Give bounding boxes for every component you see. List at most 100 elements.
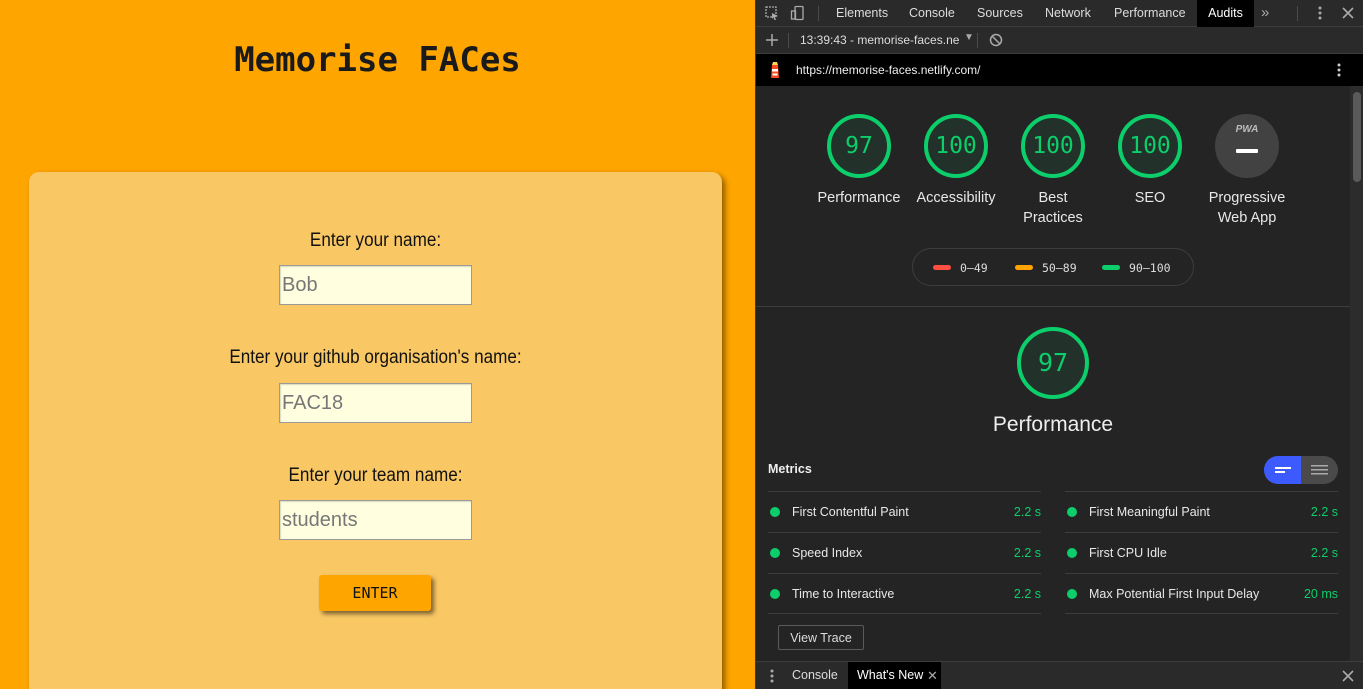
gauge-label: SEO [1134,190,1166,206]
devtools-panel: Elements Console Sources Network Perform… [755,0,1363,689]
section-divider [756,306,1350,307]
close-devtools-icon[interactable] [1340,5,1356,21]
toolbar-divider [788,33,789,48]
metric-name: First Meaningful Paint [1089,505,1210,519]
tab-sources[interactable]: Sources [977,0,1023,27]
form-card: Enter your name: Enter your github organ… [29,172,722,689]
score-legend: 0–49 50–89 90–100 [912,248,1194,286]
kebab-menu-icon[interactable] [1312,5,1328,21]
close-tab-icon[interactable]: ✕ [927,662,938,689]
drawer-menu-icon[interactable] [764,668,780,684]
section-title: Performance [992,413,1114,436]
metric-value: 20 ms [1303,587,1338,601]
name-label: Enter your name: [309,230,442,251]
device-toolbar-icon[interactable] [790,5,806,21]
gauge-value: 100 [935,133,977,159]
report-url[interactable]: https://memorise-faces.netlify.com/ [796,63,981,77]
gauge-value: 97 [845,133,873,159]
name-input[interactable] [279,265,472,305]
gauge-performance[interactable]: 97 [826,113,892,179]
metric-value: 2.2 s [1013,587,1041,601]
metric-value: 2.2 s [1310,505,1338,519]
team-label: Enter your team name: [288,465,463,486]
organisation-input[interactable] [279,383,472,423]
gauge-accessibility[interactable]: 100 [923,113,989,179]
gauge-value: 97 [1037,348,1069,377]
tab-console[interactable]: Console [909,0,955,27]
pass-dot-icon [1067,589,1077,599]
pwa-badge-icon: PWA [1235,124,1259,135]
tab-network[interactable]: Network [1045,0,1091,27]
gauge-performance-large: 97 [1016,326,1090,400]
pass-dot-icon [770,548,780,558]
pass-dot-icon [770,589,780,599]
metric-row: Speed Index 2.2 s [768,532,1041,573]
audit-report: 97 Performance 100 Accessibility 100 Bes… [756,86,1350,661]
metric-name: Max Potential First Input Delay [1089,587,1260,601]
metric-value: 2.2 s [1310,546,1338,560]
app-page: Memorise FACes Enter your name: Enter yo… [0,0,755,689]
gauge-pwa[interactable]: PWA [1214,113,1280,179]
gauge-label: Progressive Web App [1208,190,1286,226]
pass-dot-icon [1067,507,1077,517]
toolbar-divider [1297,6,1298,21]
pass-dot-icon [1067,548,1077,558]
legend-swatch-green [1102,265,1120,270]
inspect-element-icon[interactable] [764,5,780,21]
report-selector[interactable]: 13:39:43 - memorise-faces.ne [800,33,959,47]
gauge-label: Performance [817,190,901,206]
tab-performance[interactable]: Performance [1114,0,1186,27]
gauge-value: 100 [1032,133,1074,159]
lighthouse-icon [768,61,782,79]
close-drawer-icon[interactable] [1340,668,1356,684]
gauge-label: Accessibility [916,190,996,206]
expanded-view-button[interactable] [1301,456,1338,484]
page-title: Memorise FACes [234,40,521,80]
report-menu-icon[interactable] [1331,62,1347,78]
report-url-bar: https://memorise-faces.netlify.com/ [756,54,1363,86]
toolbar-divider [977,33,978,48]
scrollbar[interactable] [1350,86,1363,661]
plus-icon[interactable] [764,32,780,48]
audits-toolbar: 13:39:43 - memorise-faces.ne ▼ [756,27,1363,54]
metric-name: Speed Index [792,546,863,560]
gauge-label: Best Practices [1023,190,1083,226]
metric-row: First CPU Idle 2.2 s [1065,532,1338,573]
metric-name: First CPU Idle [1089,546,1167,560]
devtools-tabbar: Elements Console Sources Network Perform… [756,0,1363,27]
legend-pass: 90–100 [1129,261,1171,275]
organisation-label: Enter your github organisation's name: [229,347,522,368]
metric-row: Max Potential First Input Delay 20 ms [1065,573,1338,614]
drawer-tab-console[interactable]: Console [792,662,838,689]
compact-view-button[interactable] [1264,456,1301,484]
toolbar-divider [818,6,819,21]
clear-block-icon[interactable] [988,33,1004,49]
more-tabs-icon[interactable]: » [1261,0,1269,27]
enter-button[interactable]: ENTER [319,575,431,611]
metric-value: 2.2 s [1013,546,1041,560]
metrics-view-toggle[interactable] [1264,456,1338,484]
legend-swatch-red [933,265,951,270]
metric-row: Time to Interactive 2.2 s [768,573,1041,614]
gauge-best-practices[interactable]: 100 [1020,113,1086,179]
tab-elements[interactable]: Elements [836,0,888,27]
metric-name: First Contentful Paint [792,505,909,519]
legend-swatch-orange [1015,265,1033,270]
team-input[interactable] [279,500,472,540]
metrics-heading: Metrics [768,462,812,476]
gauge-value: 100 [1129,133,1171,159]
legend-average: 50–89 [1042,261,1077,275]
metric-row: First Contentful Paint 2.2 s [768,491,1041,532]
drawer-tab-whats-new[interactable]: What's New ✕ [848,662,941,689]
metric-row: First Meaningful Paint 2.2 s [1065,491,1338,532]
scrollbar-thumb[interactable] [1353,92,1361,182]
gauge-seo[interactable]: 100 [1117,113,1183,179]
pass-dot-icon [770,507,780,517]
legend-fail: 0–49 [960,261,988,275]
metric-name: Time to Interactive [792,587,895,601]
drawer-tabbar: Console What's New ✕ [756,661,1363,689]
view-trace-button[interactable]: View Trace [778,625,864,650]
metric-value: 2.2 s [1013,505,1041,519]
dropdown-arrow-icon[interactable]: ▼ [964,32,974,43]
tab-audits[interactable]: Audits [1197,0,1254,27]
